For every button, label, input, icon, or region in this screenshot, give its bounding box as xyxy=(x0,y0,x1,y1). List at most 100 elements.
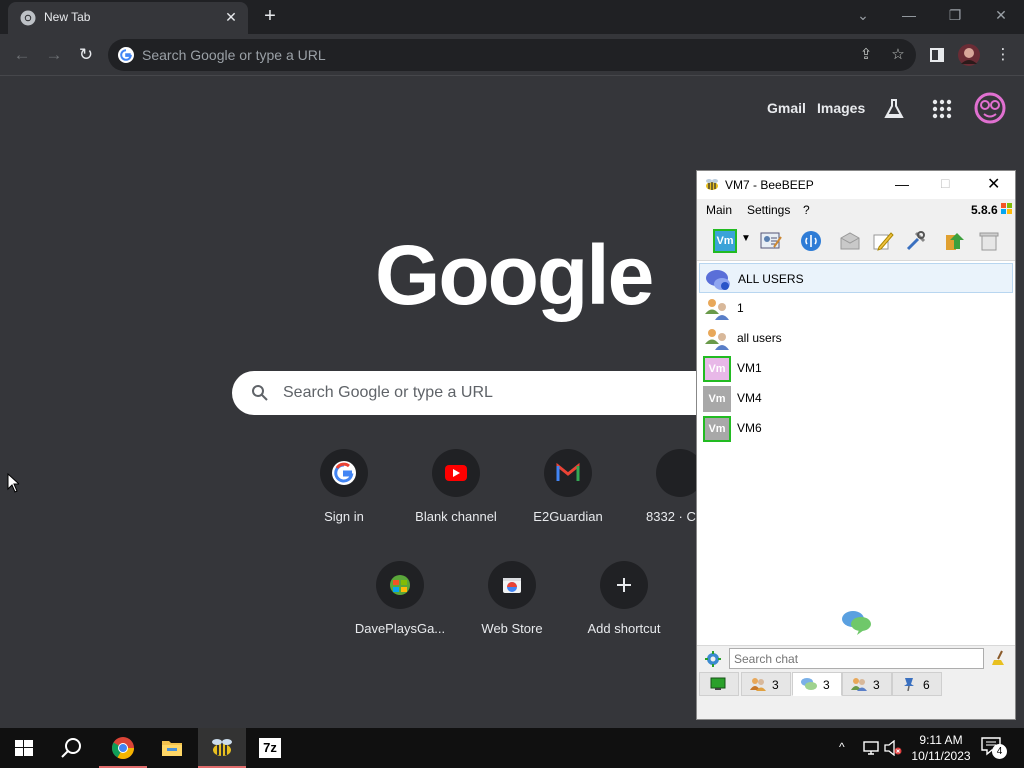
file-transfer-icon[interactable] xyxy=(943,229,967,253)
tab-groups[interactable]: 3 xyxy=(842,672,892,696)
bee-maximize-button[interactable]: □ xyxy=(941,175,949,191)
version-label: 5.8.6 xyxy=(971,203,998,217)
shortcut-sign-in[interactable]: Sign in xyxy=(288,449,400,561)
shortcut-label: DavePlaysGa... xyxy=(354,621,446,636)
chrome-menu-icon[interactable]: ⋮ xyxy=(990,42,1016,68)
edit-note-icon[interactable] xyxy=(871,229,895,253)
profile-avatar[interactable] xyxy=(956,42,982,68)
user-row-group-1[interactable]: 1 xyxy=(699,293,1013,323)
taskbar-7zip[interactable]: 7z xyxy=(246,728,294,768)
shortcut-label: E2Guardian xyxy=(533,509,603,524)
clear-broom-icon[interactable] xyxy=(991,650,1007,666)
group-users-icon xyxy=(705,299,729,320)
network-icon[interactable] xyxy=(862,741,880,755)
chat-search-bar xyxy=(697,645,1015,671)
notification-count: 4 xyxy=(992,744,1007,759)
beebeep-toolbar: Vm ▼ xyxy=(697,221,1015,261)
google-g-icon xyxy=(320,449,368,497)
images-link[interactable]: Images xyxy=(817,100,865,116)
start-button[interactable] xyxy=(0,728,48,768)
taskbar-beebeep[interactable] xyxy=(198,728,246,768)
status-dropdown-icon[interactable]: ▼ xyxy=(741,233,751,244)
youtube-icon xyxy=(432,449,480,497)
bee-minimize-button[interactable]: — xyxy=(895,176,909,192)
search-button[interactable] xyxy=(48,728,96,768)
beebeep-title: VM7 - BeeBEEP xyxy=(725,178,814,192)
tools-icon[interactable] xyxy=(904,229,928,253)
restore-button[interactable]: ❐ xyxy=(940,4,970,26)
chrome-toolbar: ← → ↻ Search Google or type a URL ⇪ ☆ ⋮ xyxy=(0,34,1024,76)
tab-count: 6 xyxy=(923,678,930,692)
reload-icon[interactable]: ↻ xyxy=(73,42,99,68)
settings-gear-icon[interactable] xyxy=(705,651,721,667)
chat-bubbles-icon xyxy=(842,611,871,635)
tab-count: 3 xyxy=(823,678,830,692)
taskbar-chrome[interactable] xyxy=(99,728,147,768)
tab-shares[interactable]: 6 xyxy=(892,672,942,696)
menu-settings[interactable]: Settings xyxy=(747,203,790,217)
close-button[interactable]: ✕ xyxy=(986,4,1016,26)
menu-help[interactable]: ? xyxy=(803,203,810,217)
share-icon[interactable]: ⇪ xyxy=(856,45,876,65)
google-g-icon xyxy=(118,47,134,63)
beebeep-window: VM7 - BeeBEEP — □ ✕ Main Settings ? 5.8.… xyxy=(696,170,1016,720)
trash-icon[interactable] xyxy=(977,229,1001,253)
shortcut-daveplaysga[interactable]: DavePlaysGa... xyxy=(344,561,456,673)
shortcut-e2guardian[interactable]: E2Guardian xyxy=(512,449,624,561)
generic-icon xyxy=(656,449,696,497)
bee-close-button[interactable]: ✕ xyxy=(987,174,1000,194)
user-row-all-users[interactable]: ALL USERS xyxy=(699,263,1013,293)
add-shortcut-button[interactable]: Add shortcut xyxy=(568,561,680,673)
network-icon[interactable] xyxy=(799,229,823,253)
shortcut-blank-channel[interactable]: Blank channel xyxy=(400,449,512,561)
apps-grid-icon[interactable] xyxy=(930,97,954,121)
labs-flask-icon[interactable] xyxy=(882,97,906,121)
tab-users[interactable]: 3 xyxy=(741,672,791,696)
user-row-vm6[interactable]: Vm VM6 xyxy=(699,413,1013,443)
tab-close-icon[interactable]: ✕ xyxy=(222,8,240,26)
chat-icon xyxy=(801,678,817,690)
monitor-icon xyxy=(710,677,726,690)
user-row-all-users-group[interactable]: all users xyxy=(699,323,1013,353)
user-name: VM1 xyxy=(737,361,762,375)
notification-center[interactable]: 4 xyxy=(980,736,1008,760)
back-arrow-icon[interactable]: ← xyxy=(9,42,35,68)
tab-chats[interactable]: 3 xyxy=(792,672,842,696)
user-name: 1 xyxy=(737,301,744,315)
account-avatar[interactable] xyxy=(974,92,1006,124)
mail-icon[interactable] xyxy=(838,229,862,253)
tab-new-tab[interactable]: New Tab ✕ xyxy=(8,2,248,34)
shortcut-label: 8332 · Cl xyxy=(646,509,696,524)
user-row-vm1[interactable]: Vm VM1 xyxy=(699,353,1013,383)
7zip-icon: 7z xyxy=(259,738,281,758)
web-store-icon xyxy=(488,561,536,609)
taskbar-clock[interactable]: 9:11 AM 10/11/2023 xyxy=(906,732,976,764)
status-chip[interactable]: Vm xyxy=(713,229,737,253)
clock-time: 9:11 AM xyxy=(919,733,963,747)
bee-icon xyxy=(706,179,718,190)
group-icon xyxy=(851,678,867,691)
bookmark-star-icon[interactable]: ☆ xyxy=(888,45,908,65)
gmail-link[interactable]: Gmail xyxy=(767,100,806,116)
menu-main[interactable]: Main xyxy=(706,203,732,217)
shortcut-8332[interactable]: 8332 · Cl xyxy=(624,449,696,561)
user-row-vm4[interactable]: Vm VM4 xyxy=(699,383,1013,413)
tab-count: 3 xyxy=(873,678,880,692)
shortcut-web-store[interactable]: Web Store xyxy=(456,561,568,673)
taskbar-file-explorer[interactable] xyxy=(148,728,196,768)
tab-title: New Tab xyxy=(44,10,91,24)
forward-arrow-icon[interactable]: → xyxy=(41,42,67,68)
search-chat-input[interactable] xyxy=(729,648,984,669)
volume-muted-icon[interactable] xyxy=(884,740,902,756)
beebeep-titlebar: VM7 - BeeBEEP — □ ✕ xyxy=(697,171,1015,199)
shortcut-label: Sign in xyxy=(324,509,364,524)
side-panel-icon[interactable] xyxy=(924,42,950,68)
new-tab-button[interactable]: + xyxy=(258,5,282,29)
tab-search-icon[interactable]: ⌄ xyxy=(848,4,878,26)
omnibox-placeholder: Search Google or type a URL xyxy=(142,47,326,63)
minimize-button[interactable]: — xyxy=(894,4,924,26)
profile-card-icon[interactable] xyxy=(759,229,783,253)
omnibox[interactable]: Search Google or type a URL ⇪ ☆ xyxy=(108,39,916,71)
tray-chevron-icon[interactable]: ^ xyxy=(839,740,845,754)
tab-home[interactable] xyxy=(699,672,739,696)
